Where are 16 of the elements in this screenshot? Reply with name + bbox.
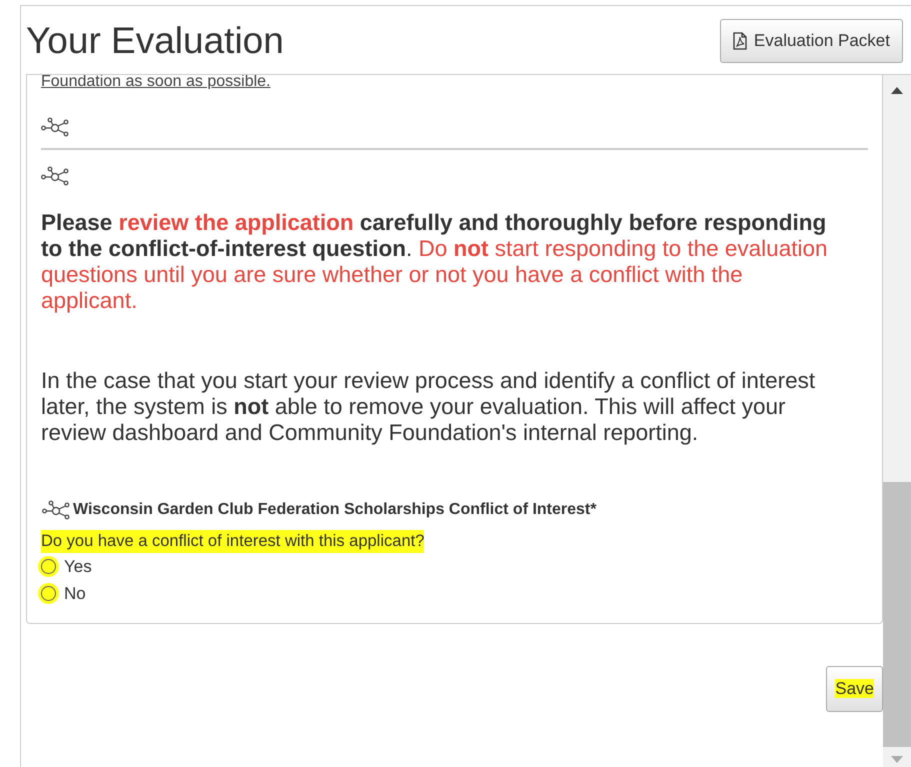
- question-text: Do you have a conflict of interest with this applicant?: [41, 530, 424, 553]
- question-title: Wisconsin Garden Club Federation Scholarships Conflict of Interest*: [73, 501, 596, 519]
- save-button[interactable]: Save: [826, 666, 883, 712]
- radio-button[interactable]: [41, 586, 56, 601]
- network-icon: [41, 166, 69, 186]
- pdf-icon: [732, 32, 747, 50]
- network-icon: [41, 117, 69, 137]
- network-icon: [41, 500, 71, 520]
- warning-paragraph: Please review the application carefully and thoroughly before responding to the conflict-of-interest question. Do not start responding to the evaluation questions until you are sure whether or not you have a conflict with the applicant.: [41, 210, 828, 314]
- page-title: Your Evaluation: [26, 20, 284, 62]
- note-paragraph: In the case that you start your review process and identify a conflict of interest later, the system is not able to remove your evaluation. This will affect your review dashboard and Community Foundation's internal reporting.: [41, 368, 816, 446]
- scrollbar[interactable]: [883, 75, 911, 767]
- option-label: No: [64, 584, 86, 604]
- option-label: Yes: [64, 556, 92, 576]
- evaluation-packet-button[interactable]: Evaluation Packet: [720, 19, 903, 63]
- radio-button[interactable]: [41, 559, 56, 574]
